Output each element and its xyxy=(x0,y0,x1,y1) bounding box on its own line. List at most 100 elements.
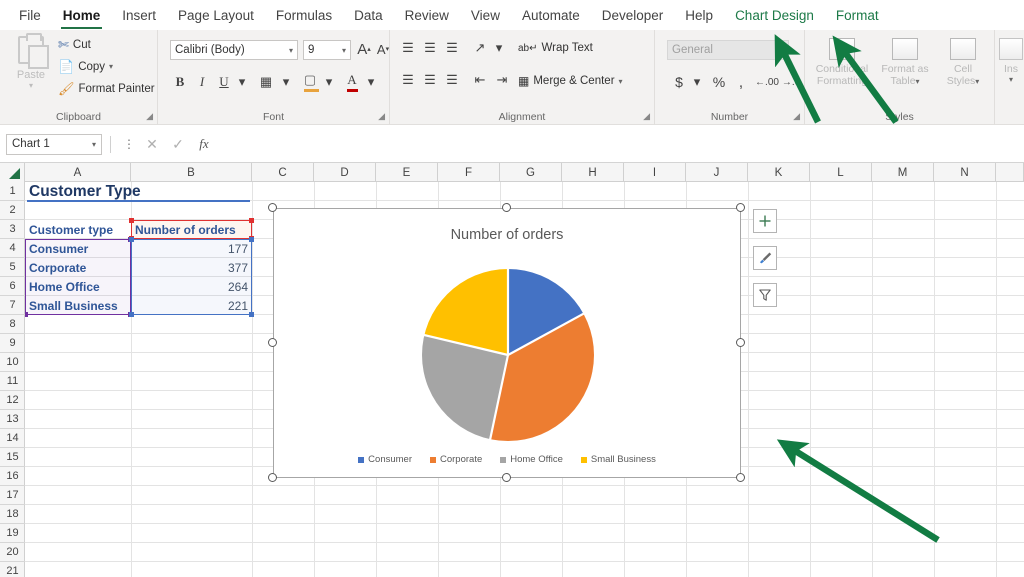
grow-font-button[interactable]: A▴ xyxy=(354,39,374,59)
column-header-K[interactable]: K xyxy=(748,163,810,182)
chart-filters-button[interactable] xyxy=(753,283,777,307)
chevron-down-icon[interactable]: ▾ xyxy=(109,62,113,71)
column-header-B[interactable]: B xyxy=(131,163,252,182)
row-header-1[interactable]: 1 xyxy=(0,182,25,201)
cell-styles-button[interactable]: Cell Styles▾ xyxy=(937,38,989,88)
column-header-F[interactable]: F xyxy=(438,163,500,182)
row-header-7[interactable]: 7 xyxy=(0,296,25,315)
row-header-8[interactable]: 8 xyxy=(0,315,25,334)
row-header-18[interactable]: 18 xyxy=(0,505,25,524)
row-header-10[interactable]: 10 xyxy=(0,353,25,372)
fill-color-chevron-down-icon[interactable]: ▾ xyxy=(319,72,339,92)
chart-resize-handle-bottom-center[interactable] xyxy=(502,473,511,482)
row-header-20[interactable]: 20 xyxy=(0,543,25,562)
font-name-input[interactable]: Calibri (Body) ▾ xyxy=(170,40,298,60)
chevron-down-icon[interactable]: ▾ xyxy=(999,75,1023,84)
cell-A6[interactable]: Home Office xyxy=(25,277,131,296)
borders-button[interactable]: ▦ xyxy=(256,72,276,92)
insert-function-button[interactable]: fx xyxy=(191,136,217,152)
font-size-input[interactable]: 9 ▾ xyxy=(303,40,351,60)
align-middle-button[interactable]: ☰ xyxy=(420,38,440,58)
align-left-button[interactable]: ☰ xyxy=(398,70,418,90)
align-center-button[interactable]: ☰ xyxy=(420,70,440,90)
confirm-entry-button[interactable]: ✓ xyxy=(165,136,191,153)
tab-formulas[interactable]: Formulas xyxy=(265,1,343,29)
cell-A1[interactable]: Customer Type xyxy=(25,182,252,202)
row-header-14[interactable]: 14 xyxy=(0,429,25,448)
column-header-D[interactable]: D xyxy=(314,163,376,182)
tab-chart-design[interactable]: Chart Design xyxy=(724,1,825,29)
format-painter-button[interactable]: 🖌 Format Painter xyxy=(58,82,155,95)
row-header-2[interactable]: 2 xyxy=(0,201,25,220)
chart-legend[interactable]: Consumer Corporate Home Office Small Bus… xyxy=(274,454,740,465)
font-color-chevron-down-icon[interactable]: ▾ xyxy=(361,72,381,92)
alignment-dialog-launcher-icon[interactable]: ◢ xyxy=(643,111,650,122)
cell-A3[interactable]: Customer type xyxy=(25,220,131,239)
number-dialog-launcher-icon[interactable]: ◢ xyxy=(793,111,800,122)
chart-elements-button[interactable] xyxy=(753,209,777,233)
font-color-button[interactable]: A xyxy=(342,70,362,90)
italic-button[interactable]: I xyxy=(192,72,212,92)
formula-input[interactable] xyxy=(217,134,1018,155)
legend-item-home-office[interactable]: Home Office xyxy=(500,454,563,465)
name-box[interactable]: Chart 1 ▾ xyxy=(6,134,102,155)
align-top-button[interactable]: ☰ xyxy=(398,38,418,58)
align-right-button[interactable]: ☰ xyxy=(442,70,462,90)
tab-view[interactable]: View xyxy=(460,1,511,29)
select-all-corner[interactable] xyxy=(0,163,25,182)
chart-resize-handle-top-center[interactable] xyxy=(502,203,511,212)
increase-decimal-button[interactable]: ←.00 xyxy=(757,72,777,92)
underline-chevron-down-icon[interactable]: ▾ xyxy=(232,72,252,92)
cancel-entry-button[interactable]: ✕ xyxy=(139,136,165,153)
tab-page-layout[interactable]: Page Layout xyxy=(167,1,265,29)
orientation-button[interactable]: ↗ xyxy=(470,38,490,58)
legend-item-small-business[interactable]: Small Business xyxy=(581,454,656,465)
chevron-down-icon[interactable]: ▾ xyxy=(10,81,52,90)
tab-file[interactable]: File xyxy=(8,1,52,29)
chevron-down-icon[interactable]: ▾ xyxy=(619,77,623,86)
insert-cells-button[interactable]: Ins ▾ xyxy=(999,38,1023,84)
chevron-down-icon[interactable]: ▾ xyxy=(92,140,96,149)
tab-data[interactable]: Data xyxy=(343,1,394,29)
cell-A5[interactable]: Corporate xyxy=(25,258,131,277)
fill-color-button[interactable]: ▢ xyxy=(300,70,320,90)
cell-A7[interactable]: Small Business xyxy=(25,296,131,315)
chart-object[interactable]: Number of orders Consumer Corporate Home… xyxy=(273,208,741,478)
row-header-19[interactable]: 19 xyxy=(0,524,25,543)
chart-resize-handle-middle-left[interactable] xyxy=(268,338,277,347)
cell-A4[interactable]: Consumer xyxy=(25,239,131,258)
format-as-table-button[interactable]: Format as Table▾ xyxy=(877,38,933,88)
font-dialog-launcher-icon[interactable]: ◢ xyxy=(378,111,385,122)
row-header-9[interactable]: 9 xyxy=(0,334,25,353)
cell-B5[interactable]: 377 xyxy=(131,258,252,277)
underline-button[interactable]: U xyxy=(214,72,234,92)
align-bottom-button[interactable]: ☰ xyxy=(442,38,462,58)
row-header-12[interactable]: 12 xyxy=(0,391,25,410)
row-header-3[interactable]: 3 xyxy=(0,220,25,239)
row-header-5[interactable]: 5 xyxy=(0,258,25,277)
column-header-M[interactable]: M xyxy=(872,163,934,182)
tab-automate[interactable]: Automate xyxy=(511,1,591,29)
tab-home[interactable]: Home xyxy=(52,1,112,29)
number-format-select[interactable]: General ▾ xyxy=(667,40,789,60)
row-header-4[interactable]: 4 xyxy=(0,239,25,258)
percent-format-button[interactable]: % xyxy=(709,72,729,92)
decrease-indent-button[interactable]: ⇤ xyxy=(470,70,490,90)
legend-item-corporate[interactable]: Corporate xyxy=(430,454,482,465)
tab-help[interactable]: Help xyxy=(674,1,724,29)
row-header-16[interactable]: 16 xyxy=(0,467,25,486)
column-header-E[interactable]: E xyxy=(376,163,438,182)
column-header-G[interactable]: G xyxy=(500,163,562,182)
chart-resize-handle-bottom-left[interactable] xyxy=(268,473,277,482)
column-header-A[interactable]: A xyxy=(25,163,131,182)
chart-resize-handle-top-left[interactable] xyxy=(268,203,277,212)
column-header-C[interactable]: C xyxy=(252,163,314,182)
copy-button[interactable]: 📄 Copy ▾ xyxy=(58,60,113,73)
chart-resize-handle-middle-right[interactable] xyxy=(736,338,745,347)
row-header-21[interactable]: 21 xyxy=(0,562,25,577)
cell-B4[interactable]: 177 xyxy=(131,239,252,258)
chart-styles-button[interactable] xyxy=(753,246,777,270)
column-header-L[interactable]: L xyxy=(810,163,872,182)
row-header-17[interactable]: 17 xyxy=(0,486,25,505)
pie-chart[interactable] xyxy=(422,269,594,441)
